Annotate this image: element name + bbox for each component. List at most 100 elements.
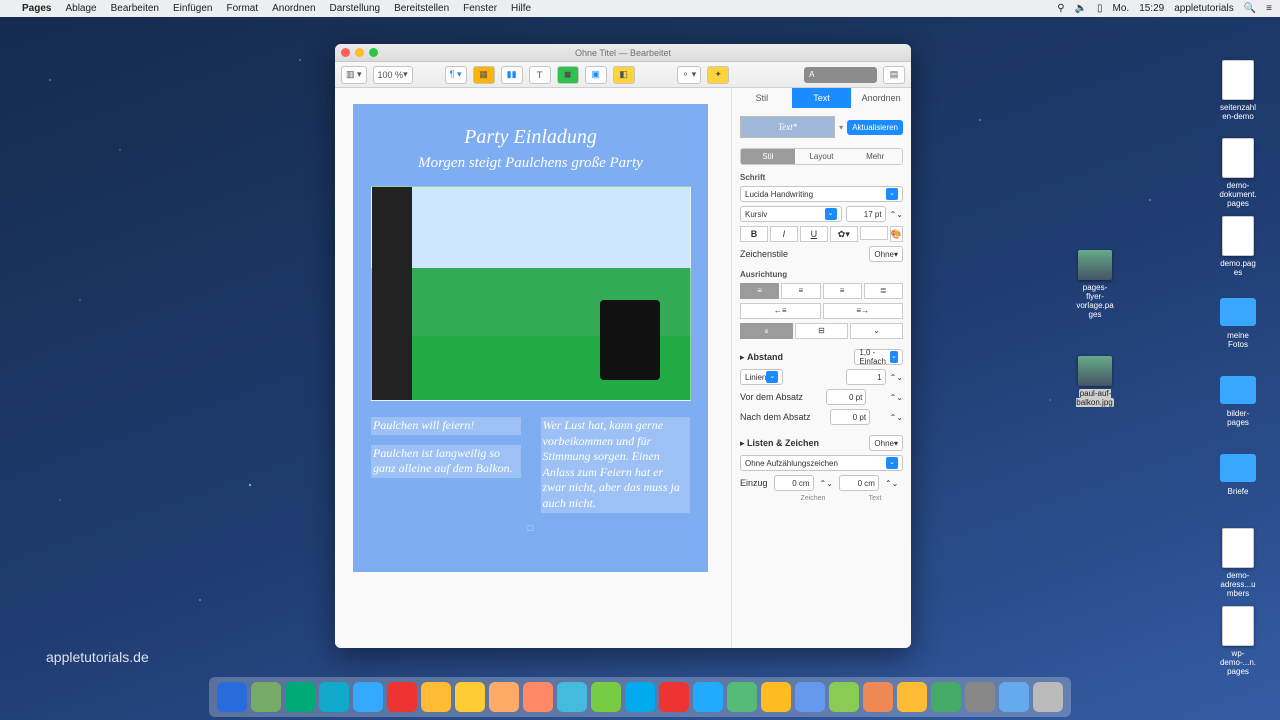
indent-text[interactable]: 0 cm: [839, 475, 879, 491]
stepper-icon[interactable]: ⌃⌄: [820, 479, 833, 488]
flyer-document[interactable]: Party Einladung Morgen steigt Paulchens …: [353, 104, 708, 572]
menu-item[interactable]: Fenster: [463, 3, 497, 14]
align-center[interactable]: ≡: [781, 283, 820, 299]
clock-time[interactable]: 15:29: [1139, 3, 1164, 14]
clock-day[interactable]: Mo.: [1113, 3, 1130, 14]
lists-disclosure[interactable]: ▸ Listen & Zeichen: [740, 438, 819, 449]
list-style-select[interactable]: Ohne▾: [869, 435, 903, 451]
dock-app-icon[interactable]: [999, 682, 1029, 712]
tab-anordnen[interactable]: Anordnen: [851, 88, 911, 108]
tips[interactable]: ✦: [707, 66, 729, 84]
share-popup[interactable]: ⚬ ▾: [677, 66, 702, 84]
dock-app-icon[interactable]: [455, 682, 485, 712]
dock-app-icon[interactable]: [217, 682, 247, 712]
spacing-mode-select[interactable]: Linien⌄: [740, 369, 783, 385]
menu-item[interactable]: Darstellung: [330, 3, 381, 14]
dock-app-icon[interactable]: [761, 682, 791, 712]
update-style-button[interactable]: Aktualisieren: [847, 120, 903, 135]
desktop-folder[interactable]: bilder-pages: [1218, 372, 1258, 422]
chevron-down-icon[interactable]: ▾: [839, 123, 843, 132]
dock-app-icon[interactable]: [1033, 682, 1063, 712]
italic-button[interactable]: I: [770, 226, 798, 242]
dock-app-icon[interactable]: [659, 682, 689, 712]
outdent-button[interactable]: ←≡: [740, 303, 821, 319]
menu-item[interactable]: Einfügen: [173, 3, 212, 14]
desktop-file[interactable]: seitenzahlen-demo: [1218, 60, 1258, 110]
desktop-file[interactable]: wp-demo-...n.pages: [1218, 606, 1258, 656]
after-para-value[interactable]: 0 pt: [830, 409, 870, 425]
menu-item[interactable]: Bearbeiten: [111, 3, 159, 14]
dock-app-icon[interactable]: [727, 682, 757, 712]
doc-photo[interactable]: [371, 186, 691, 401]
insert-textbox[interactable]: ¶ ▾: [445, 66, 467, 84]
dock-app-icon[interactable]: [965, 682, 995, 712]
spacing-disclosure[interactable]: ▸ Abstand: [740, 352, 783, 363]
dock-app-icon[interactable]: [625, 682, 655, 712]
align-justify[interactable]: ≣: [864, 283, 903, 299]
insert-media[interactable]: ▣: [585, 66, 607, 84]
before-para-value[interactable]: 0 pt: [826, 389, 866, 405]
document-panel-toggle[interactable]: ▤: [883, 66, 905, 84]
dock-app-icon[interactable]: [897, 682, 927, 712]
view-popup[interactable]: ▥ ▾: [341, 66, 367, 84]
paragraph-style[interactable]: Text*: [740, 116, 835, 138]
dock-app-icon[interactable]: [693, 682, 723, 712]
dock-app-icon[interactable]: [319, 682, 349, 712]
document-canvas[interactable]: Party Einladung Morgen steigt Paulchens …: [335, 88, 731, 648]
lines-value[interactable]: 1: [846, 369, 886, 385]
valign-middle[interactable]: ⊟: [795, 323, 848, 339]
desktop-folder[interactable]: Briefe: [1218, 450, 1258, 500]
spotlight-icon[interactable]: 🔍: [1244, 3, 1256, 14]
desktop-file[interactable]: demo-adress...umbers: [1218, 528, 1258, 578]
line-spacing-select[interactable]: 1,0 - Einfach⌄: [854, 349, 903, 365]
font-typeface-select[interactable]: Kursiv⌄: [740, 206, 842, 222]
format-panel-toggle[interactable]: A: [804, 67, 877, 83]
insert-shape[interactable]: ◼︎: [557, 66, 579, 84]
dock-app-icon[interactable]: [931, 682, 961, 712]
battery-icon[interactable]: ▯: [1097, 3, 1103, 14]
dock-app-icon[interactable]: [387, 682, 417, 712]
dock-app-icon[interactable]: [421, 682, 451, 712]
stepper-icon[interactable]: ⌃⌄: [890, 373, 903, 382]
zoom-popup[interactable]: 100 % ▾: [373, 66, 413, 84]
dock-app-icon[interactable]: [829, 682, 859, 712]
desktop-file[interactable]: demo-dokument.pages: [1218, 138, 1258, 188]
subtab-mehr[interactable]: Mehr: [848, 149, 902, 164]
desktop-folder[interactable]: meine Fotos: [1218, 294, 1258, 344]
dock-app-icon[interactable]: [557, 682, 587, 712]
indent-button[interactable]: ≡→: [823, 303, 904, 319]
menu-item[interactable]: Hilfe: [511, 3, 531, 14]
wifi-icon[interactable]: ⚲: [1057, 3, 1064, 14]
text-block[interactable]: Paulchen ist langweilig so ganz alleine …: [371, 445, 521, 478]
valign-bottom[interactable]: ⌄: [850, 323, 903, 339]
tab-stil[interactable]: Stil: [732, 88, 792, 108]
font-family-select[interactable]: Lucida Handwriting⌄: [740, 186, 903, 202]
text-color-well[interactable]: [860, 226, 888, 240]
align-left[interactable]: ≡: [740, 283, 779, 299]
insert-chart[interactable]: ▮▮: [501, 66, 523, 84]
desktop-file-selected[interactable]: paul-auf-balkon.jpg: [1075, 356, 1115, 406]
text-block[interactable]: Paulchen will feiern!: [371, 417, 521, 435]
subtab-stil[interactable]: Stil: [741, 149, 795, 164]
stepper-icon[interactable]: ⌃⌄: [885, 479, 898, 488]
subtab-layout[interactable]: Layout: [795, 149, 849, 164]
charstyle-select[interactable]: Ohne▾: [869, 246, 903, 262]
desktop-file[interactable]: demo.pages: [1218, 216, 1258, 266]
menu-item[interactable]: Format: [226, 3, 258, 14]
doc-subtitle[interactable]: Morgen steigt Paulchens große Party: [371, 155, 690, 172]
dock-app-icon[interactable]: [251, 682, 281, 712]
stepper-icon[interactable]: ⌃⌄: [890, 393, 903, 402]
underline-button[interactable]: U: [800, 226, 828, 242]
font-size-field[interactable]: 17 pt: [846, 206, 886, 222]
volume-icon[interactable]: 🔈: [1075, 3, 1087, 14]
bullet-style-select[interactable]: Ohne Aufzählungszeichen⌄: [740, 455, 903, 471]
align-right[interactable]: ≡: [823, 283, 862, 299]
menu-item[interactable]: Anordnen: [272, 3, 315, 14]
menu-item[interactable]: Ablage: [65, 3, 96, 14]
menu-item[interactable]: Bereitstellen: [394, 3, 449, 14]
dock-app-icon[interactable]: [795, 682, 825, 712]
dock-app-icon[interactable]: [353, 682, 383, 712]
stepper-icon[interactable]: ⌃⌄: [890, 210, 903, 219]
dock-app-icon[interactable]: [489, 682, 519, 712]
resize-handle-icon[interactable]: □: [371, 523, 690, 533]
